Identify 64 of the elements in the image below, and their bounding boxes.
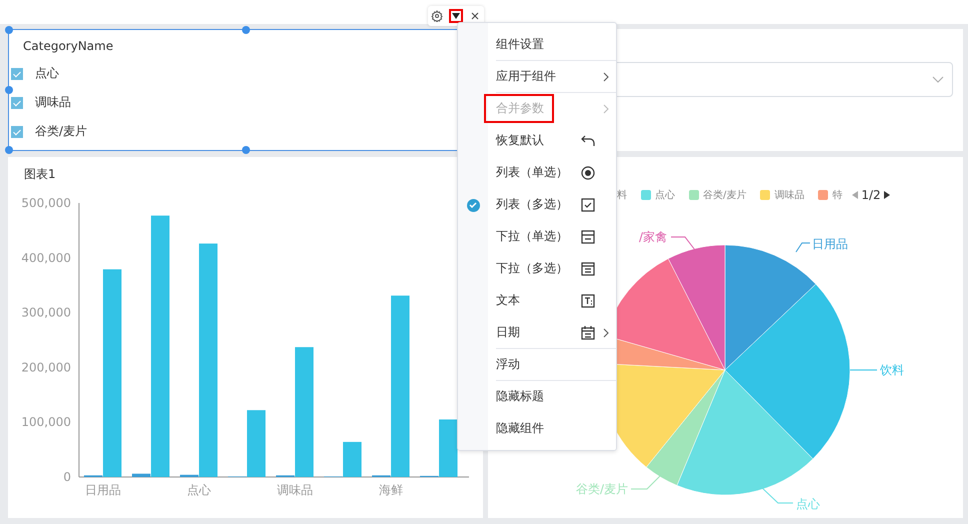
axis-label: 日用品 bbox=[85, 483, 121, 497]
checkbox[interactable] bbox=[11, 96, 23, 108]
axis-label: 点心 bbox=[187, 483, 211, 497]
chevron-down-icon bbox=[932, 76, 944, 84]
axis-label: 调味品 bbox=[277, 483, 313, 497]
legend-label: 特 bbox=[832, 188, 842, 202]
page-indicator: 1/2 bbox=[861, 188, 881, 202]
checkbox[interactable] bbox=[11, 68, 23, 80]
chevron-right-icon bbox=[602, 328, 610, 338]
text-icon bbox=[580, 292, 596, 308]
chevron-right-icon bbox=[602, 104, 610, 114]
dropdown-icon bbox=[580, 228, 596, 244]
resize-handle[interactable] bbox=[5, 86, 13, 94]
radio-icon bbox=[580, 164, 596, 180]
leader-line bbox=[670, 236, 696, 250]
menu-item[interactable]: 浮动 bbox=[458, 349, 616, 381]
axis-label: 500,000 bbox=[21, 196, 71, 210]
resize-handle[interactable] bbox=[242, 146, 250, 154]
menu-item[interactable]: 日期 bbox=[458, 317, 616, 349]
legend-label: 料 bbox=[617, 188, 627, 202]
leader-line bbox=[796, 242, 810, 252]
menu-item[interactable]: 列表（单选） bbox=[458, 157, 616, 189]
axis-label: 300,000 bbox=[21, 306, 71, 320]
caret-icon bbox=[452, 13, 460, 19]
next-page-icon[interactable] bbox=[884, 191, 890, 199]
checkbox-label: 调味品 bbox=[35, 94, 71, 111]
checkbox-label: 点心 bbox=[35, 65, 59, 82]
menu-item[interactable]: 文本 bbox=[458, 285, 616, 317]
menu-item[interactable]: 下拉（单选） bbox=[458, 221, 616, 253]
legend-label: 点心 bbox=[655, 188, 675, 202]
check-icon bbox=[466, 198, 480, 212]
resize-handle[interactable] bbox=[5, 146, 13, 154]
filter-title: CategoryName bbox=[22, 38, 114, 55]
menu-item[interactable]: 隐藏组件 bbox=[458, 413, 616, 445]
slice-label: /家禽 bbox=[638, 230, 667, 244]
axis-label: 海鲜 bbox=[379, 483, 403, 497]
leader-line bbox=[630, 476, 660, 490]
menu-item[interactable]: 隐藏标题 bbox=[458, 381, 616, 413]
menu-item[interactable]: 列表（多选） bbox=[458, 189, 616, 221]
slice-label: 饮料 bbox=[880, 363, 904, 377]
resize-handle[interactable] bbox=[5, 26, 13, 34]
prev-page-icon[interactable] bbox=[852, 191, 858, 199]
checkbox-icon bbox=[580, 196, 596, 212]
legend-label: 调味品 bbox=[774, 188, 804, 202]
chart-title: 图表1 bbox=[23, 166, 57, 183]
menu-item[interactable]: 下拉（多选） bbox=[458, 253, 616, 285]
slice-label: 谷类/麦片 bbox=[576, 482, 628, 496]
checkbox[interactable] bbox=[11, 126, 23, 138]
slice-label: 日用品 bbox=[812, 237, 848, 251]
calendar-icon bbox=[580, 324, 596, 340]
undo-icon bbox=[580, 132, 596, 148]
close-icon bbox=[470, 12, 479, 20]
slice-label: 点心 bbox=[796, 497, 820, 511]
gear-icon bbox=[431, 10, 444, 22]
axis-label: 0 bbox=[63, 470, 71, 484]
axis-label: 100,000 bbox=[21, 415, 71, 430]
resize-handle[interactable] bbox=[242, 26, 250, 34]
chevron-right-icon bbox=[602, 72, 610, 82]
settings-button[interactable] bbox=[430, 9, 444, 23]
axis-label: 400,000 bbox=[21, 250, 71, 265]
checkbox-label: 谷类/麦片 bbox=[35, 123, 88, 140]
list-icon bbox=[580, 260, 596, 276]
legend-label: 谷类/麦片 bbox=[703, 188, 746, 202]
axis-label: 200,000 bbox=[21, 360, 71, 374]
